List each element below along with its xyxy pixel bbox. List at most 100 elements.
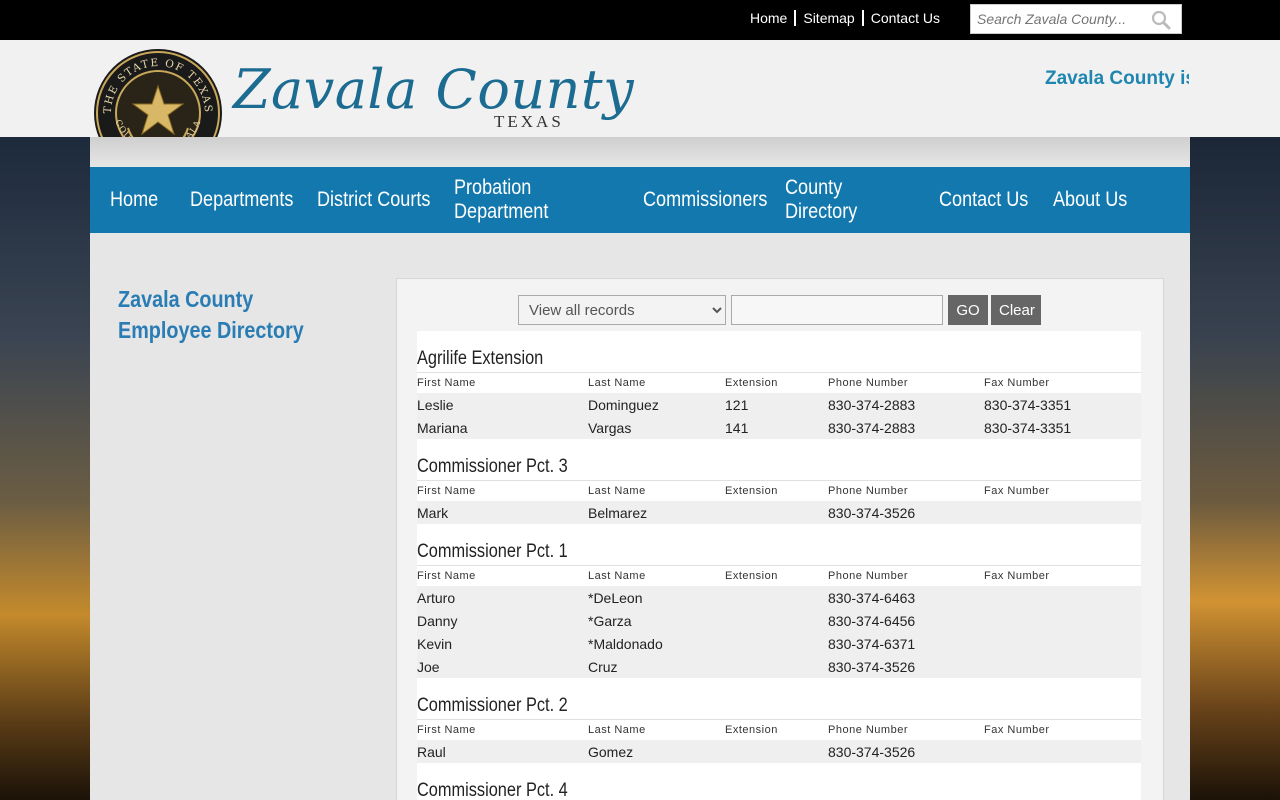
directory-section: Commissioner Pct. 3 First Name Last Name Ex… <box>417 439 1141 524</box>
search-icon[interactable] <box>1151 10 1171 30</box>
directory-search-input[interactable] <box>731 295 943 325</box>
panel-top-strip <box>90 137 1190 167</box>
col-fax-header: Fax Number <box>984 377 1050 389</box>
col-fax-header: Fax Number <box>984 570 1050 582</box>
col-phone-header: Phone Number <box>828 724 908 736</box>
directory-section: Commissioner Pct. 1 First Name Last Name Ex… <box>417 524 1141 678</box>
col-first-name-cell: Joe <box>417 658 440 675</box>
nav-commissioners[interactable]: Commissioners <box>643 188 767 212</box>
site-search <box>970 4 1182 34</box>
section-rows: Mark Belmarez 830-374-3526 <box>417 501 1141 524</box>
top-link-sitemap[interactable]: Sitemap <box>803 10 854 26</box>
section-title-text: Commissioner Pct. 3 <box>417 456 568 477</box>
table-row: Arturo *DeLeon 830-374-6463 <box>417 586 1141 609</box>
col-extension-header: Extension <box>725 570 778 582</box>
section-title-text: Commissioner Pct. 1 <box>417 541 568 562</box>
col-extension-cell: 121 <box>725 396 749 413</box>
table-row: Danny *Garza 830-374-6456 <box>417 609 1141 632</box>
col-extension-cell: 141 <box>725 419 749 436</box>
col-last-name-header: Last Name <box>588 377 646 389</box>
section-title: Agrilife Extension <box>417 331 1141 373</box>
col-last-name-cell: *Maldonado <box>588 635 663 652</box>
main-nav: Home Departments District Courts Probati… <box>90 167 1190 233</box>
col-last-name-cell: *Garza <box>588 612 632 629</box>
col-phone-cell: 830-374-6463 <box>828 589 916 606</box>
col-last-name-header: Last Name <box>588 570 646 582</box>
background-landscape-right <box>1190 137 1280 800</box>
column-header-row: First Name Last Name Extension Phone Number… <box>417 566 1141 586</box>
clear-button[interactable]: Clear <box>991 295 1041 325</box>
department-select[interactable]: View all records <box>518 295 726 325</box>
main-panel: Home Departments District Courts Probati… <box>90 137 1190 800</box>
col-first-name-cell: Raul <box>417 743 446 760</box>
directory-section: Commissioner Pct. 4 <box>417 763 1141 800</box>
col-first-name-cell: Danny <box>417 612 458 629</box>
col-first-name-header: First Name <box>417 485 476 497</box>
go-button[interactable]: GO <box>948 295 988 325</box>
col-extension-header: Extension <box>725 377 778 389</box>
col-phone-cell: 830-374-6456 <box>828 612 916 629</box>
col-phone-header: Phone Number <box>828 485 908 497</box>
section-title: Commissioner Pct. 2 <box>417 678 1141 720</box>
col-first-name-header: First Name <box>417 724 476 736</box>
table-row: Joe Cruz 830-374-3526 <box>417 655 1141 678</box>
col-first-name-cell: Kevin <box>417 635 453 652</box>
directory-sections: Agrilife Extension First Name Last Name Ext… <box>417 331 1141 800</box>
col-last-name-cell: Vargas <box>588 419 632 436</box>
col-phone-cell: 830-374-3526 <box>828 743 916 760</box>
nav-contact-us[interactable]: Contact Us <box>939 188 1037 212</box>
col-last-name-cell: *DeLeon <box>588 589 643 606</box>
sidebar-heading-line2: Employee Directory <box>118 317 304 343</box>
directory-section: Agrilife Extension First Name Last Name Ext… <box>417 331 1141 439</box>
col-phone-cell: 830-374-6371 <box>828 635 916 652</box>
directory-filter-bar: View all records GO Clear <box>518 295 1041 325</box>
col-phone-cell: 830-374-2883 <box>828 396 916 413</box>
col-fax-cell: 830-374-3351 <box>984 396 1072 413</box>
top-link-contact[interactable]: Contact Us <box>871 10 940 26</box>
background-landscape-left <box>0 137 90 800</box>
col-last-name-cell: Cruz <box>588 658 618 675</box>
table-row: Mariana Vargas 141 830-374-2883 830-374-3351 <box>417 416 1141 439</box>
col-phone-header: Phone Number <box>828 377 908 389</box>
nav-county-directory[interactable]: County Directory <box>785 176 917 224</box>
nav-about-us[interactable]: About Us <box>1053 188 1130 212</box>
col-first-name-header: First Name <box>417 377 476 389</box>
col-first-name-cell: Leslie <box>417 396 454 413</box>
section-title-text: Commissioner Pct. 2 <box>417 695 568 716</box>
col-phone-cell: 830-374-3526 <box>828 504 916 521</box>
directory-section: Commissioner Pct. 2 First Name Last Name Ex… <box>417 678 1141 763</box>
col-fax-header: Fax Number <box>984 724 1050 736</box>
nav-probation-department[interactable]: Probation Department <box>454 176 617 224</box>
nav-district-courts[interactable]: District Courts <box>317 188 435 212</box>
nav-home[interactable]: Home <box>110 188 179 212</box>
section-title: Commissioner Pct. 4 <box>417 763 1141 800</box>
col-fax-cell: 830-374-3351 <box>984 419 1072 436</box>
news-ticker[interactable]: Zavala County is <box>1045 68 1189 90</box>
divider <box>861 10 864 26</box>
section-title: Commissioner Pct. 3 <box>417 439 1141 481</box>
section-rows: Arturo *DeLeon 830-374-6463 Danny *Garza 830-… <box>417 586 1141 678</box>
top-links: Home Sitemap Contact Us <box>750 10 940 26</box>
column-header-row: First Name Last Name Extension Phone Number… <box>417 720 1141 740</box>
divider <box>794 10 797 26</box>
col-first-name-cell: Mark <box>417 504 449 521</box>
col-phone-cell: 830-374-2883 <box>828 419 916 436</box>
section-title-text: Commissioner Pct. 4 <box>417 780 568 800</box>
top-link-home[interactable]: Home <box>750 10 787 26</box>
section-title-text: Agrilife Extension <box>417 348 544 369</box>
section-rows: Leslie Dominguez 121 830-374-2883 830-374-33… <box>417 393 1141 439</box>
search-input[interactable] <box>971 5 1151 33</box>
col-extension-header: Extension <box>725 485 778 497</box>
sidebar-heading[interactable]: Zavala County Employee Directory <box>118 284 304 346</box>
site-subtitle: TEXAS <box>494 112 564 131</box>
nav-departments[interactable]: Departments <box>190 188 299 212</box>
col-first-name-header: First Name <box>417 570 476 582</box>
section-rows: Raul Gomez 830-374-3526 <box>417 740 1141 763</box>
col-extension-header: Extension <box>725 724 778 736</box>
directory-card: View all records GO Clear Agrilife Exten… <box>396 278 1164 800</box>
col-fax-header: Fax Number <box>984 485 1050 497</box>
section-title: Commissioner Pct. 1 <box>417 524 1141 566</box>
table-row: Kevin *Maldonado 830-374-6371 <box>417 632 1141 655</box>
col-phone-header: Phone Number <box>828 570 908 582</box>
table-row: Mark Belmarez 830-374-3526 <box>417 501 1141 524</box>
